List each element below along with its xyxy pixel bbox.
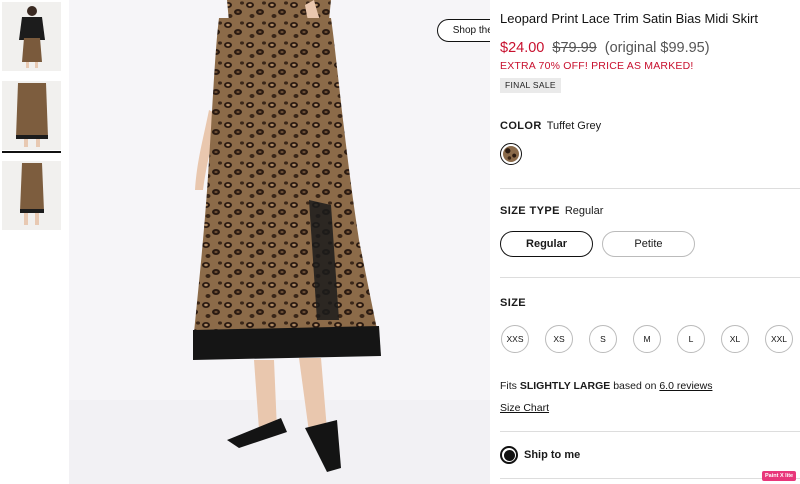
size-type-petite-button[interactable]: Petite bbox=[602, 231, 695, 257]
fit-prefix: Fits bbox=[500, 380, 517, 392]
paint-x-lite-badge[interactable]: Paint X lite bbox=[762, 471, 797, 481]
product-title: Leopard Print Lace Trim Satin Bias Midi … bbox=[500, 11, 758, 26]
reviews-link[interactable]: 6.0 reviews bbox=[659, 380, 712, 392]
divider bbox=[500, 277, 800, 278]
size-xxs-button[interactable]: XXS bbox=[501, 325, 529, 353]
promo-message: EXTRA 70% OFF! PRICE AS MARKED! bbox=[500, 60, 694, 72]
thumbnail-2[interactable] bbox=[2, 81, 61, 150]
color-value: Tuffet Grey bbox=[546, 120, 602, 132]
shop-the-look-button[interactable]: Shop the Look bbox=[437, 19, 490, 42]
sale-price: $24.00 bbox=[500, 40, 545, 56]
size-type-heading: SIZE TYPE Regular bbox=[500, 205, 603, 217]
thumbnail-3[interactable] bbox=[2, 161, 61, 230]
size-xl-button[interactable]: XL bbox=[721, 325, 749, 353]
size-xs-button[interactable]: XS bbox=[545, 325, 573, 353]
fit-strength: SLIGHTLY LARGE bbox=[519, 380, 611, 392]
color-swatch-leopard[interactable] bbox=[500, 143, 522, 165]
size-xxl-button[interactable]: XXL bbox=[765, 325, 793, 353]
fit-middle: based on bbox=[613, 380, 657, 392]
color-label: COLOR bbox=[500, 120, 542, 132]
size-s-button[interactable]: S bbox=[589, 325, 617, 353]
original-price: (original $99.95) bbox=[604, 40, 710, 56]
leopard-swatch-icon bbox=[503, 146, 519, 162]
divider bbox=[500, 478, 800, 479]
size-type-regular-button[interactable]: Regular bbox=[500, 231, 593, 257]
main-product-image[interactable]: Shop the Look bbox=[69, 0, 490, 484]
ship-to-me-label: Ship to me bbox=[524, 449, 581, 461]
previous-price: $79.99 bbox=[552, 40, 597, 56]
size-l-button[interactable]: L bbox=[677, 325, 705, 353]
size-type-value: Regular bbox=[564, 205, 604, 217]
divider bbox=[500, 431, 800, 432]
size-type-label: SIZE TYPE bbox=[500, 205, 560, 217]
divider bbox=[500, 188, 800, 189]
radio-selected-icon bbox=[500, 446, 518, 464]
color-heading: COLOR Tuffet Grey bbox=[500, 120, 601, 132]
fit-info: Fits SLIGHTLY LARGE based on 6.0 reviews bbox=[500, 380, 712, 392]
thumbnail-selected-indicator bbox=[2, 151, 61, 153]
price-row: $24.00 $79.99 (original $99.95) bbox=[500, 40, 710, 56]
size-chart-link[interactable]: Size Chart bbox=[500, 402, 549, 414]
ship-to-me-option[interactable]: Ship to me bbox=[500, 446, 580, 464]
final-sale-badge: FINAL SALE bbox=[500, 78, 561, 93]
size-label: SIZE bbox=[500, 297, 527, 309]
thumbnail-1[interactable] bbox=[2, 2, 61, 71]
size-m-button[interactable]: M bbox=[633, 325, 661, 353]
